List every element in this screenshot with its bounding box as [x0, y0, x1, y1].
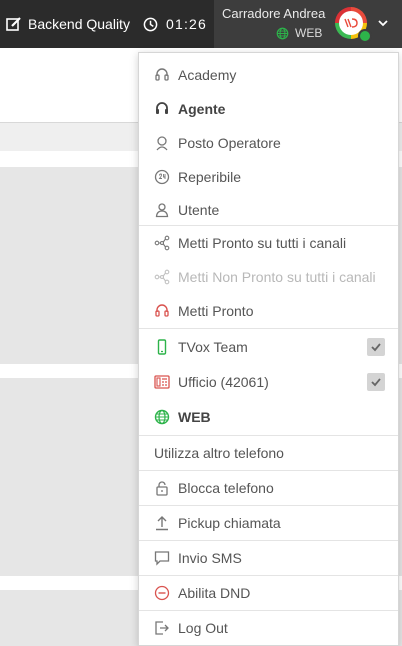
globe-icon	[276, 27, 289, 39]
menu-item-metti-non-pronto-tutti: Metti Non Pronto su tutti i canali	[139, 261, 398, 293]
active-channel: WEB	[276, 26, 322, 40]
share-nodes-icon	[154, 235, 170, 251]
headset-red-icon	[154, 303, 170, 319]
edit-icon	[6, 17, 21, 31]
share-nodes-icon	[154, 269, 170, 285]
menu-item-web[interactable]: WEB	[139, 400, 398, 434]
menu-item-posto-operatore[interactable]: Posto Operatore	[139, 127, 398, 159]
menu-item-label: TVox Team	[178, 339, 248, 355]
operator-icon	[154, 135, 170, 151]
menu-item-label: Utente	[178, 202, 220, 218]
chat-icon	[154, 550, 170, 566]
menu-item-label: Blocca telefono	[178, 480, 274, 496]
menu-item-invio-sms[interactable]: Invio SMS	[139, 541, 398, 575]
chevron-down-icon[interactable]	[377, 16, 389, 30]
menu-item-altro-telefono[interactable]: Utilizza altro telefono	[139, 436, 398, 470]
ufficio-checkbox[interactable]	[367, 373, 385, 391]
menu-item-utente[interactable]: Utente	[139, 195, 398, 225]
timer-value: 01:26	[166, 16, 208, 32]
dnd-icon	[154, 585, 170, 601]
checkmark-icon	[371, 343, 381, 352]
menu-item-label: Academy	[178, 67, 237, 83]
menu-item-label: Abilita DND	[178, 585, 251, 601]
menu-item-ufficio[interactable]: Ufficio (42061)	[139, 365, 398, 399]
menu-item-label: Posto Operatore	[178, 135, 281, 151]
menu-item-label: Log Out	[178, 620, 228, 636]
globe-icon	[154, 409, 170, 425]
tvox-logo-icon	[344, 18, 358, 28]
clock-24-icon	[154, 169, 170, 185]
menu-item-label: Metti Non Pronto su tutti i canali	[178, 269, 376, 285]
menu-item-label: Utilizza altro telefono	[154, 445, 284, 461]
menu-item-abilita-dnd[interactable]: Abilita DND	[139, 576, 398, 610]
menu-item-label: WEB	[178, 409, 211, 425]
menu-item-blocca-telefono[interactable]: Blocca telefono	[139, 471, 398, 505]
menu-item-label: Invio SMS	[178, 550, 242, 566]
menu-item-label: Metti Pronto su tutti i canali	[178, 235, 347, 251]
tvox-team-checkbox[interactable]	[367, 338, 385, 356]
menu-item-metti-pronto[interactable]: Metti Pronto	[139, 295, 398, 327]
menu-item-label: Metti Pronto	[178, 303, 254, 319]
lock-icon	[154, 480, 170, 496]
desk-phone-icon	[154, 374, 170, 390]
menu-item-label: Pickup chiamata	[178, 515, 281, 531]
project-label: Backend Quality	[28, 16, 130, 32]
mobile-icon	[154, 339, 170, 355]
user-dropdown-menu: Academy Agente Posto Operatore Reperibil…	[138, 52, 399, 646]
menu-item-pickup-chiamata[interactable]: Pickup chiamata	[139, 506, 398, 540]
menu-item-log-out[interactable]: Log Out	[139, 611, 398, 645]
clock-icon	[143, 17, 158, 31]
session-timer: 01:26	[143, 0, 207, 48]
menu-item-label: Ufficio (42061)	[178, 374, 269, 390]
user-menu-toggle[interactable]: Carradore Andrea WEB	[214, 0, 402, 48]
avatar[interactable]	[335, 7, 372, 43]
top-bar: Backend Quality 01:26 Carradore Andrea W…	[0, 0, 402, 48]
menu-item-label: Reperibile	[178, 169, 242, 185]
presence-status-dot	[358, 29, 372, 43]
menu-item-label: Agente	[178, 101, 226, 117]
menu-item-tvox-team[interactable]: TVox Team	[139, 330, 398, 364]
menu-divider	[139, 225, 398, 226]
menu-item-metti-pronto-tutti[interactable]: Metti Pronto su tutti i canali	[139, 227, 398, 259]
upload-icon	[154, 515, 170, 531]
menu-item-reperibile[interactable]: Reperibile	[139, 161, 398, 193]
project-selector[interactable]: Backend Quality	[6, 0, 130, 48]
checkmark-icon	[371, 378, 381, 387]
headset-bold-icon	[154, 101, 170, 117]
user-icon	[154, 202, 170, 218]
menu-item-agente[interactable]: Agente	[139, 93, 398, 125]
user-name: Carradore Andrea	[222, 6, 326, 21]
menu-item-academy[interactable]: Academy	[139, 59, 398, 91]
channel-label: WEB	[295, 26, 323, 40]
headset-icon	[154, 67, 170, 83]
menu-divider	[139, 328, 398, 329]
logout-icon	[154, 620, 170, 636]
